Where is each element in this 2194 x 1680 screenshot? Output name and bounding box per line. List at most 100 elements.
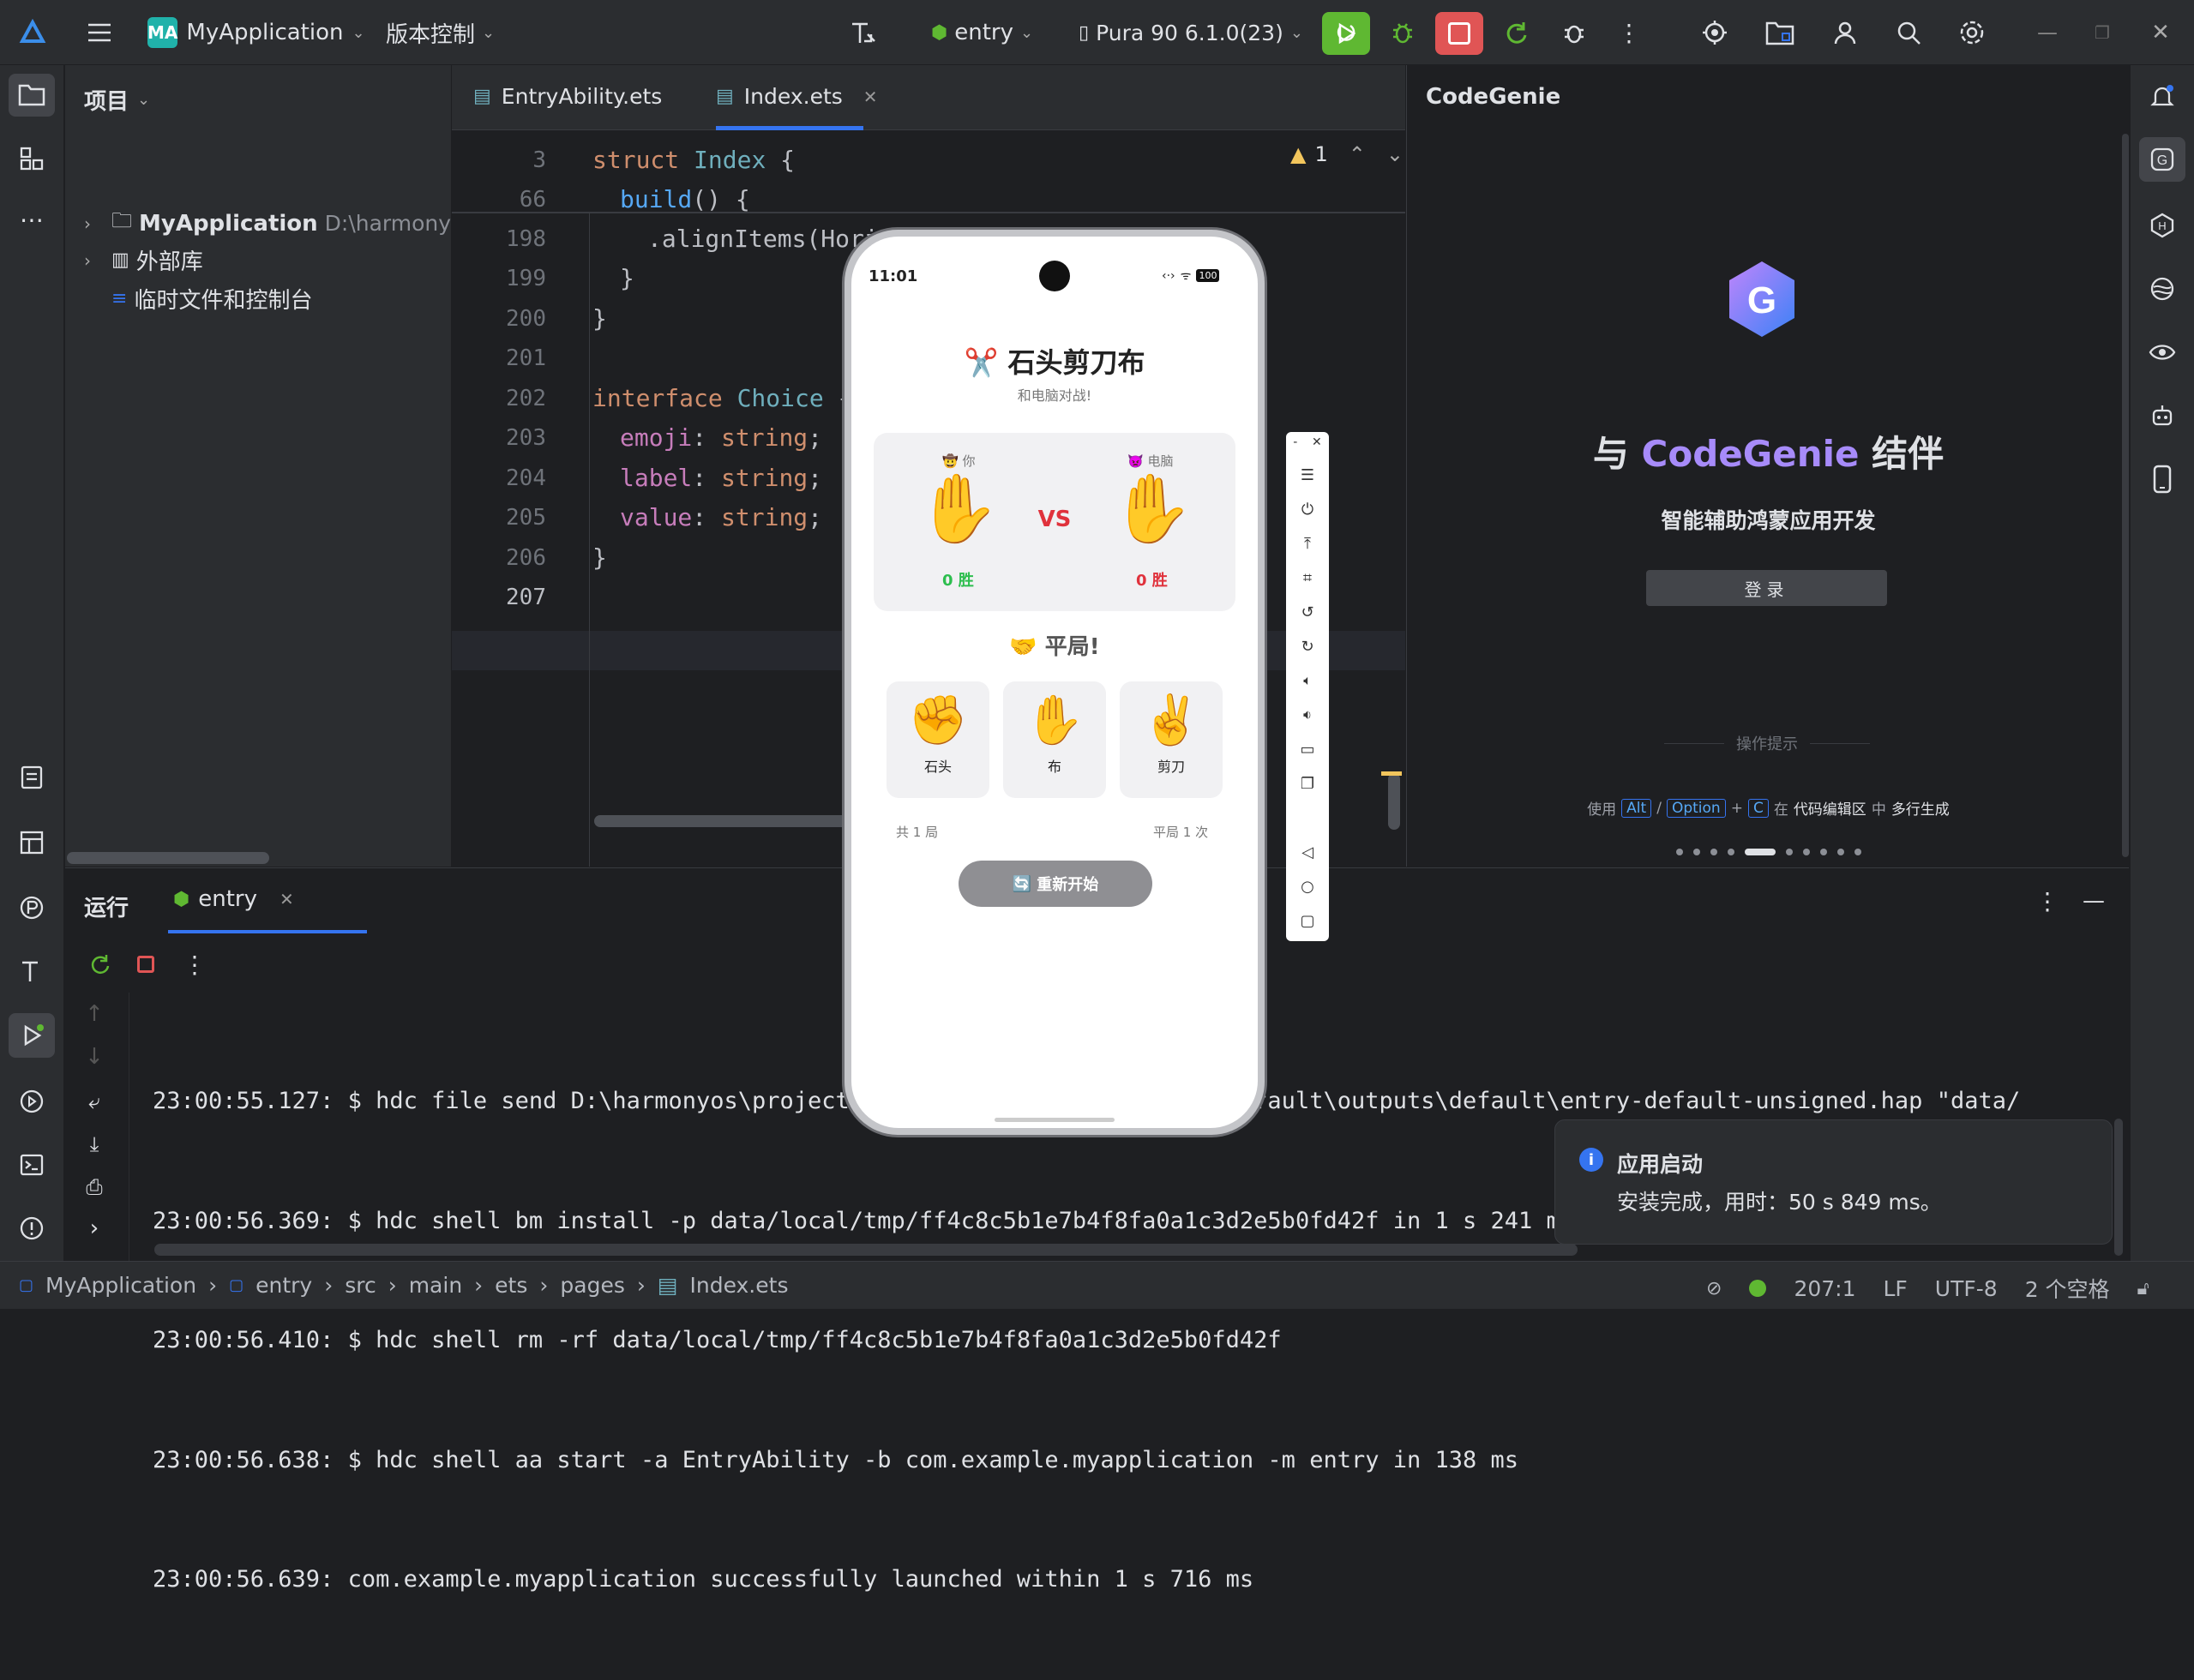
code-line[interactable]: label: string; [620, 464, 822, 492]
problems-icon[interactable] [12, 1209, 51, 1248]
editor-vertical-scrollbar[interactable] [1388, 773, 1400, 830]
carousel-dot[interactable] [1710, 849, 1717, 855]
code-line[interactable]: struct Index { [592, 146, 795, 174]
more-run-actions-icon[interactable]: ⋮ [182, 947, 207, 981]
app-launch-notification[interactable]: i 应用启动 安装完成，用时：50 s 849 ms。 [1554, 1119, 2113, 1245]
caret-position[interactable]: 207:1 [1794, 1276, 1855, 1301]
pin-top-icon[interactable]: ⤒ [1286, 526, 1329, 561]
login-button[interactable]: 登录 [1646, 570, 1887, 606]
project-selector[interactable]: MA MyApplication ⌄ [147, 14, 365, 51]
carousel-dot[interactable] [1727, 849, 1734, 855]
multi-window-icon[interactable]: ❐ [1286, 766, 1329, 801]
device-manager-icon[interactable] [1696, 14, 1734, 51]
code-line[interactable]: value: string; [620, 503, 822, 531]
code-line[interactable]: build() { [620, 185, 750, 213]
tree-item-external-libraries[interactable]: › ▥ 外部库 [84, 244, 203, 276]
carousel-dot[interactable] [1854, 849, 1861, 855]
more-actions-icon[interactable]: ⋮ [1612, 14, 1646, 51]
breadcrumb-item[interactable]: src [345, 1273, 376, 1298]
codegenie-scrollbar[interactable] [2122, 134, 2129, 857]
vcs-menu[interactable]: 版本控制 ⌄ [386, 14, 497, 51]
choice-paper[interactable]: ✋ 布 [1003, 681, 1106, 798]
scroll-up-icon[interactable]: ↑ [77, 997, 111, 1031]
status-ok-dot[interactable] [1749, 1280, 1767, 1297]
back-nav-icon[interactable]: ◁ [1286, 835, 1329, 869]
close-window-icon[interactable]: ✕ [2142, 14, 2179, 51]
code-line[interactable]: } [592, 304, 607, 333]
minimize-window-icon[interactable]: — [2029, 14, 2066, 51]
fold-device-icon[interactable]: ▭ [1286, 732, 1329, 766]
todo-icon[interactable] [12, 758, 51, 797]
print-icon[interactable]: ⎙ [77, 1170, 111, 1204]
project-folder-icon[interactable] [9, 74, 55, 117]
rerun-icon[interactable] [82, 947, 117, 981]
harmony-tool-icon[interactable]: H [2143, 206, 2182, 245]
previewer-eye-icon[interactable] [2143, 333, 2182, 372]
run-tab-entry[interactable]: ⬢ entry ✕ [168, 868, 367, 933]
rotate-left-icon[interactable]: ↺ [1286, 595, 1329, 629]
volume-down-icon[interactable]: 🔉︎ [1286, 698, 1329, 732]
project-structure-icon[interactable] [1761, 14, 1799, 51]
scroll-down-icon[interactable]: ↓ [77, 1040, 111, 1074]
layout-icon[interactable] [12, 823, 51, 862]
lock-icon[interactable]: 🔓︎ [2137, 1278, 2149, 1299]
carousel-dot[interactable] [1836, 849, 1844, 855]
choice-scissors[interactable]: ✌️ 剪刀 [1120, 681, 1223, 798]
tree-item-scratches[interactable]: ≡ 临时文件和控制台 [111, 283, 312, 315]
stop-button[interactable] [1435, 12, 1483, 55]
carousel-dot-active[interactable] [1744, 849, 1776, 855]
file-encoding[interactable]: UTF-8 [1935, 1276, 1998, 1301]
carousel-dot[interactable] [1785, 849, 1793, 855]
close-tab-icon[interactable]: ✕ [863, 87, 878, 107]
structure-icon[interactable] [12, 139, 51, 178]
device-mirror-icon[interactable] [2143, 459, 2182, 499]
more-options-icon[interactable]: ⋮ [2030, 884, 2065, 918]
line-ending[interactable]: LF [1883, 1276, 1907, 1301]
console-horizontal-scrollbar[interactable] [154, 1244, 1578, 1256]
breadcrumb-item[interactable]: entry [255, 1273, 312, 1298]
run-button[interactable] [1322, 12, 1370, 55]
console-vertical-scrollbar[interactable] [2114, 1119, 2123, 1256]
arkui-inspector-icon[interactable] [844, 14, 881, 51]
project-panel-header[interactable]: 项目 ⌄ [84, 84, 150, 116]
rotate-right-icon[interactable]: ↻ [1286, 629, 1329, 663]
tab-index[interactable]: ▤ Index.ets ✕ [716, 65, 878, 130]
more-tools-icon[interactable]: ⋯ [12, 202, 51, 237]
breadcrumb-item[interactable]: Index.ets [689, 1273, 788, 1298]
code-line[interactable]: } [592, 543, 607, 572]
recents-nav-icon[interactable]: ▢ [1286, 903, 1329, 938]
notifications-bell-icon[interactable] [2143, 77, 2182, 117]
editor-horizontal-scrollbar[interactable] [594, 815, 873, 827]
main-menu-icon[interactable] [82, 15, 117, 50]
power-icon[interactable]: ⏻ [1286, 492, 1329, 526]
run-tool-icon[interactable] [9, 1013, 55, 1058]
choice-rock[interactable]: ✊ 石头 [887, 681, 989, 798]
breadcrumb-item[interactable]: main [409, 1273, 462, 1298]
breadcrumb-item[interactable]: pages [560, 1273, 624, 1298]
account-icon[interactable] [1826, 14, 1864, 51]
volume-up-icon[interactable]: 🔈︎ [1286, 663, 1329, 698]
settings-gear-icon[interactable] [1953, 14, 1991, 51]
robot-icon[interactable] [2143, 396, 2182, 435]
minimize-emulator-icon[interactable]: - [1293, 435, 1297, 449]
breadcrumb-item[interactable]: MyApplication [45, 1273, 196, 1298]
debug-icon[interactable] [1384, 14, 1422, 51]
home-indicator[interactable] [995, 1118, 1115, 1122]
code-line[interactable]: interface Choice { [592, 384, 852, 412]
close-emulator-icon[interactable]: ✕ [1312, 435, 1322, 449]
services-icon[interactable] [12, 1082, 51, 1121]
app-logo-icon[interactable] [15, 15, 50, 50]
arkui-tool-icon[interactable] [12, 951, 51, 991]
ai-assistant-icon[interactable] [2143, 269, 2182, 309]
carousel-dot[interactable] [1802, 849, 1810, 855]
carousel-dot[interactable] [1819, 849, 1827, 855]
carousel-dot[interactable] [1675, 849, 1683, 855]
attach-debugger-icon[interactable] [1555, 14, 1593, 51]
close-tab-icon[interactable]: ✕ [280, 889, 294, 909]
carousel-dot[interactable] [1692, 849, 1700, 855]
terminal-icon[interactable] [12, 1145, 51, 1185]
home-nav-icon[interactable]: ○ [1286, 869, 1329, 903]
chevron-up-icon[interactable]: ⌃ [1349, 142, 1366, 166]
screenshot-crop-icon[interactable]: ⌗ [1286, 561, 1329, 595]
inspection-widget[interactable]: ▲ 1 ⌃ ⌄ [1290, 142, 1404, 166]
